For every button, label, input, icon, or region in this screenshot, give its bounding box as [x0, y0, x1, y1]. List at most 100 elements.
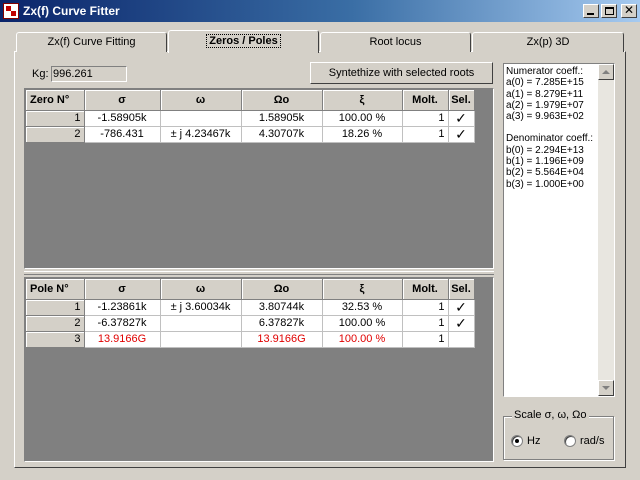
select-check-icon[interactable]: ✓: [448, 315, 475, 332]
tab-label: Root locus: [369, 36, 422, 48]
radio-rads-circle[interactable]: [564, 435, 576, 447]
cell-xi[interactable]: 100.00 %: [322, 110, 403, 127]
tab-label: Zeros / Poles: [206, 34, 281, 48]
zeros-grid[interactable]: Zero N° σ ω Ωo ξ Molt. Sel. 1 -1.58905k …: [24, 88, 494, 269]
denominator-coeff: b(3) = 1.000E+00: [506, 178, 584, 190]
cell-omega0[interactable]: 13.9166G: [241, 331, 323, 348]
close-button[interactable]: ✕: [621, 3, 637, 18]
kg-label: Kg:: [32, 68, 49, 80]
cell-molt[interactable]: 1: [402, 331, 449, 348]
select-check-icon[interactable]: [448, 331, 475, 348]
cell-sigma[interactable]: 13.9166G: [84, 331, 161, 348]
cell-sigma[interactable]: -1.23861k: [84, 299, 161, 316]
cell-xi[interactable]: 100.00 %: [322, 331, 403, 348]
col-header-molt[interactable]: Molt.: [402, 279, 449, 300]
numerator-coeff: a(3) = 9.963E+02: [506, 111, 584, 123]
cell-sigma[interactable]: -1.58905k: [84, 110, 161, 127]
table-row[interactable]: 2 -6.37827k 6.37827k 100.00 % 1 ✓: [26, 315, 475, 332]
scale-legend: Scale σ, ω, Ωo: [512, 409, 589, 421]
col-header-omega0[interactable]: Ωo: [241, 90, 323, 111]
col-header-sel[interactable]: Sel.: [448, 90, 475, 111]
radio-hz-label: Hz: [527, 435, 541, 447]
cell-omega0[interactable]: 6.37827k: [241, 315, 323, 332]
tab-zxp-3d[interactable]: Zx(p) 3D: [472, 32, 624, 52]
close-icon: ✕: [623, 3, 635, 17]
tab-zeros-poles[interactable]: Zeros / Poles: [168, 30, 319, 53]
zeros-header-row: Zero N° σ ω Ωo ξ Molt. Sel.: [26, 90, 475, 111]
cell-omega[interactable]: ± j 3.60034k: [160, 299, 242, 316]
grid-splitter[interactable]: [24, 271, 494, 275]
col-header-xi[interactable]: ξ: [322, 279, 403, 300]
denominator-coeff: b(1) = 1.196E+09: [506, 156, 584, 168]
poles-grid[interactable]: Pole N° σ ω Ωo ξ Molt. Sel. 1 -1.23861k …: [24, 277, 494, 462]
col-header-xi[interactable]: ξ: [322, 90, 403, 111]
radio-rads[interactable]: rad/s: [564, 435, 604, 447]
table-row[interactable]: 3 13.9166G 13.9166G 100.00 % 1: [26, 331, 475, 348]
app-icon[interactable]: [3, 3, 19, 19]
cell-omega[interactable]: [160, 315, 242, 332]
radio-hz-circle[interactable]: [511, 435, 523, 447]
col-header-number[interactable]: Zero N°: [26, 90, 85, 111]
cell-xi[interactable]: 100.00 %: [322, 315, 403, 332]
col-header-sel[interactable]: Sel.: [448, 279, 475, 300]
row-number: 1: [26, 110, 85, 127]
cell-molt[interactable]: 1: [402, 110, 449, 127]
minimize-icon: [587, 13, 594, 15]
denominator-title: Denominator coeff.:: [506, 133, 594, 145]
cell-omega[interactable]: ± j 4.23467k: [160, 126, 242, 143]
poles-header-row: Pole N° σ ω Ωo ξ Molt. Sel.: [26, 279, 475, 300]
col-header-omega0[interactable]: Ωo: [241, 279, 323, 300]
cell-omega0[interactable]: 4.30707k: [241, 126, 323, 143]
radio-hz[interactable]: Hz: [511, 435, 540, 447]
numerator-coeff: a(2) = 1.979E+07: [506, 99, 584, 111]
coefficients-list[interactable]: Numerator coeff.: a(0) = 7.285E+15 a(1) …: [503, 63, 615, 397]
row-number: 2: [26, 126, 85, 143]
tab-label: Zx(p) 3D: [526, 36, 570, 48]
col-header-sigma[interactable]: σ: [84, 90, 161, 111]
tab-label: Zx(f) Curve Fitting: [47, 36, 136, 48]
title-bar[interactable]: Zx(f) Curve Fitter ✕: [0, 0, 640, 22]
cell-molt[interactable]: 1: [402, 315, 449, 332]
table-row[interactable]: 2 -786.431 ± j 4.23467k 4.30707k 18.26 %…: [26, 126, 475, 143]
col-header-molt[interactable]: Molt.: [402, 90, 449, 111]
numerator-coeff: a(1) = 8.279E+11: [506, 88, 584, 100]
coefficients-scrollbar[interactable]: [598, 64, 614, 396]
cell-molt[interactable]: 1: [402, 299, 449, 316]
numerator-title: Numerator coeff.:: [506, 66, 584, 77]
tab-root-locus[interactable]: Root locus: [320, 32, 471, 52]
cell-omega0[interactable]: 1.58905k: [241, 110, 323, 127]
maximize-icon: [605, 7, 614, 15]
cell-omega[interactable]: [160, 110, 242, 127]
coefficients-text: Numerator coeff.: a(0) = 7.285E+15 a(1) …: [506, 66, 598, 190]
table-row[interactable]: 1 -1.58905k 1.58905k 100.00 % 1 ✓: [26, 110, 475, 127]
cell-molt[interactable]: 1: [402, 126, 449, 143]
maximize-button[interactable]: [601, 4, 617, 18]
select-check-icon[interactable]: ✓: [448, 299, 475, 316]
scroll-up-button[interactable]: [598, 64, 614, 80]
col-header-number[interactable]: Pole N°: [26, 279, 85, 300]
row-number: 1: [26, 299, 85, 316]
col-header-sigma[interactable]: σ: [84, 279, 161, 300]
cell-sigma[interactable]: -6.37827k: [84, 315, 161, 332]
cell-xi[interactable]: 18.26 %: [322, 126, 403, 143]
kg-field[interactable]: 996.261: [51, 66, 127, 82]
denominator-coeff: b(2) = 5.564E+04: [506, 167, 584, 179]
cell-xi[interactable]: 32.53 %: [322, 299, 403, 316]
window-title: Zx(f) Curve Fitter: [23, 4, 120, 18]
arrow-down-icon: [602, 386, 610, 390]
table-row[interactable]: 1 -1.23861k ± j 3.60034k 3.80744k 32.53 …: [26, 299, 475, 316]
row-number: 2: [26, 315, 85, 332]
cell-omega[interactable]: [160, 331, 242, 348]
scroll-down-button[interactable]: [598, 380, 614, 396]
minimize-button[interactable]: [583, 4, 599, 18]
col-header-omega[interactable]: ω: [160, 90, 242, 111]
tab-curve-fitting[interactable]: Zx(f) Curve Fitting: [16, 32, 167, 52]
cell-sigma[interactable]: -786.431: [84, 126, 161, 143]
col-header-omega[interactable]: ω: [160, 279, 242, 300]
numerator-coeff: a(0) = 7.285E+15: [506, 77, 584, 89]
synthesize-button[interactable]: Syntethize with selected roots: [310, 62, 493, 84]
cell-omega0[interactable]: 3.80744k: [241, 299, 323, 316]
select-check-icon[interactable]: ✓: [448, 126, 475, 143]
select-check-icon[interactable]: ✓: [448, 110, 475, 127]
